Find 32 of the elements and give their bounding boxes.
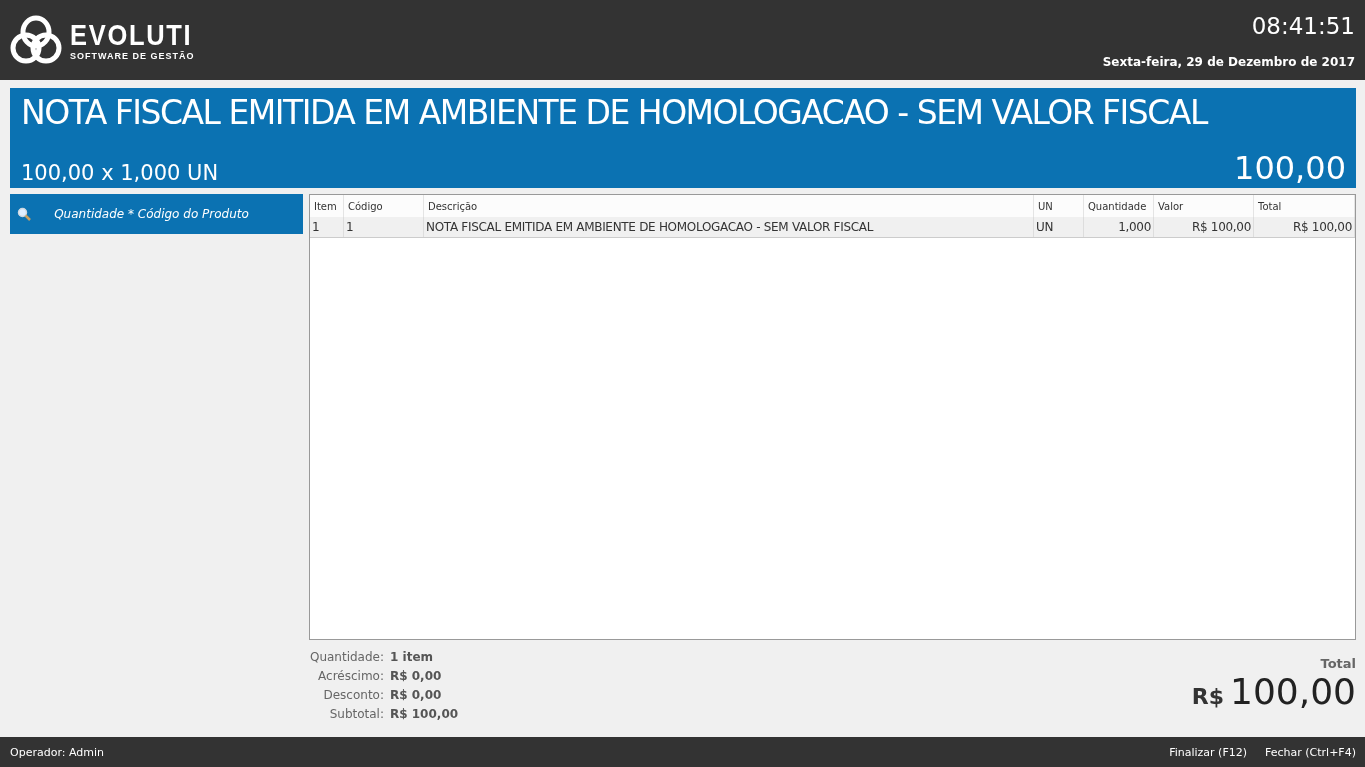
table-cell: UN (1034, 217, 1084, 237)
table-cell: R$ 100,00 (1154, 217, 1254, 237)
summary-label: Quantidade: (308, 649, 384, 666)
brand-name: EVOLUTI (70, 19, 193, 51)
summary-label: Desconto: (322, 687, 384, 704)
operator-label: Operador: Admin (10, 745, 104, 759)
total-currency: R$ (1191, 684, 1225, 709)
summary-label: Subtotal: (328, 706, 384, 723)
brand-tagline: SOFTWARE DE GESTÃO (70, 51, 196, 61)
summary-value: R$ 100,00 (390, 706, 459, 723)
shortcut-link[interactable]: Finalizar (F12) (1169, 745, 1247, 759)
total-amount: 100,00 (1230, 671, 1356, 712)
quantity-calculation: 100,00 x 1,000 UN (21, 160, 219, 186)
search-field[interactable]: Quantidade * Código do Produto (10, 194, 303, 234)
item-amount: 100,00 (1234, 148, 1346, 188)
summary-value: R$ 0,00 (390, 668, 442, 685)
summary-label: Acréscimo: (317, 668, 384, 685)
product-name: NOTA FISCAL EMITIDA EM AMBIENTE DE HOMOLOGACAO - SEM VALOR FISCAL (21, 92, 1209, 134)
clock-date: Sexta-feira, 29 de Dezembro de 2017 (1102, 55, 1355, 69)
summary-value: 1 item (390, 649, 434, 666)
column-header: Total (1254, 195, 1355, 217)
table-cell: 1 (310, 217, 344, 237)
table-cell: NOTA FISCAL EMITIDA EM AMBIENTE DE HOMOLOGACAO - SEM VALOR FISCAL (424, 217, 1034, 237)
table-cell: 1,000 (1084, 217, 1154, 237)
shortcut-link[interactable]: Fechar (Ctrl+F4) (1265, 745, 1356, 759)
table-cell: R$ 100,00 (1254, 217, 1355, 237)
summary-value: R$ 0,00 (390, 687, 442, 704)
search-icon (17, 207, 31, 221)
clock-time: 08:41:51 (1250, 12, 1355, 41)
table-cell: 1 (344, 217, 424, 237)
total-label: Total (1319, 656, 1356, 671)
logo-icon (10, 14, 62, 66)
